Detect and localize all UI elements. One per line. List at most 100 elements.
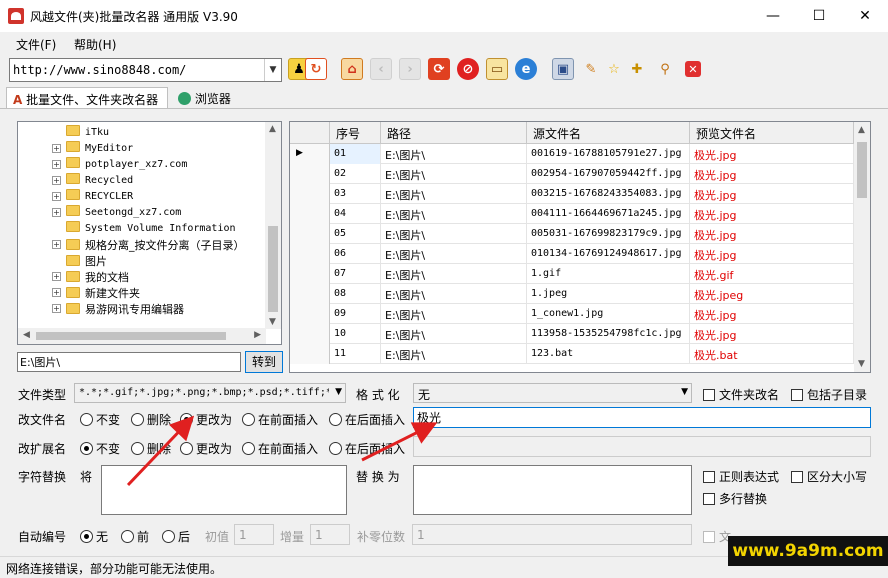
rename-change-option[interactable]: 更改为 bbox=[180, 411, 232, 428]
table-row[interactable]: ▶ 01 E:\图片\ 001619-16788105791e27.jpg 极光.jpg bbox=[290, 144, 854, 164]
star-icon[interactable]: ☆ bbox=[603, 58, 625, 80]
minimize-button[interactable]: — bbox=[750, 0, 796, 32]
folder-rename-checkbox[interactable] bbox=[703, 389, 715, 401]
expand-icon[interactable]: + bbox=[52, 192, 61, 201]
row-selector[interactable] bbox=[290, 224, 330, 244]
folder-icon[interactable]: ▭ bbox=[486, 58, 508, 80]
tree-item[interactable]: 图片 bbox=[66, 253, 107, 269]
row-selector[interactable] bbox=[290, 164, 330, 184]
init-field[interactable]: 1 bbox=[234, 524, 274, 545]
expand-icon[interactable]: + bbox=[52, 144, 61, 153]
regex-option[interactable]: 正则表达式 bbox=[703, 468, 779, 485]
expand-icon[interactable]: + bbox=[52, 288, 61, 297]
increment-field[interactable]: 1 bbox=[310, 524, 350, 545]
tree-vertical-scrollbar[interactable]: ▲ ▼ bbox=[265, 122, 281, 329]
table-row[interactable]: 11 E:\图片\ 123.bat 极光.bat bbox=[290, 344, 854, 364]
row-selector[interactable] bbox=[290, 264, 330, 284]
tree-item[interactable]: + potplayer_xz7.com bbox=[52, 157, 187, 173]
scroll-thumb[interactable] bbox=[268, 226, 278, 312]
tree-horizontal-scrollbar[interactable]: ◀ ▶ bbox=[18, 328, 266, 344]
table-row[interactable]: 10 E:\图片\ 113958-1535254798fc1c.jpg 极光.jpg bbox=[290, 324, 854, 344]
folder-rename-option[interactable]: 文件夹改名 bbox=[703, 386, 779, 403]
auto-none-option[interactable]: 无 bbox=[80, 528, 108, 545]
browser-icon[interactable]: e bbox=[515, 58, 537, 80]
menu-help[interactable]: 帮助(H) bbox=[74, 36, 116, 53]
replace-to-textarea[interactable] bbox=[413, 465, 692, 515]
search-icon[interactable]: ⚲ bbox=[654, 58, 676, 80]
maximize-button[interactable]: ☐ bbox=[796, 0, 842, 32]
tree-item[interactable]: + 规格分离_按文件分离（子目录） bbox=[52, 237, 245, 253]
case-option[interactable]: 区分大小写 bbox=[791, 468, 867, 485]
expand-icon[interactable]: + bbox=[52, 160, 61, 169]
table-row[interactable]: 04 E:\图片\ 004111-1664469671a245.jpg 极光.jpg bbox=[290, 204, 854, 224]
tree-item[interactable]: + 新建文件夹 bbox=[52, 285, 140, 301]
add-favorite-icon[interactable]: ✚ bbox=[626, 58, 648, 80]
path-field[interactable] bbox=[17, 352, 241, 372]
cut-option[interactable]: 文 bbox=[703, 528, 731, 545]
rename-input-field[interactable] bbox=[413, 407, 871, 428]
header-source-name[interactable]: 源文件名 bbox=[527, 122, 690, 143]
tree-item[interactable]: System Volume Information bbox=[66, 221, 236, 237]
table-row[interactable]: 08 E:\图片\ 1.jpeg 极光.jpeg bbox=[290, 284, 854, 304]
back-icon[interactable]: ‹ bbox=[370, 58, 392, 80]
tree-item[interactable]: + 我的文档 bbox=[52, 269, 129, 285]
tree-item[interactable]: + Recycled bbox=[52, 173, 133, 189]
ext-prefix-option[interactable]: 在前面插入 bbox=[242, 440, 318, 457]
ext-suffix-option[interactable]: 在后面插入 bbox=[329, 440, 405, 457]
tree-item[interactable]: + RECYCLER bbox=[52, 189, 133, 205]
rename-input[interactable] bbox=[417, 410, 857, 425]
chevron-down-icon[interactable]: ▼ bbox=[335, 387, 342, 397]
tree-item[interactable]: + 易游网讯专用编辑器 bbox=[52, 301, 184, 317]
tree-item[interactable]: + MyEditor bbox=[52, 141, 133, 157]
header-path[interactable]: 路径 bbox=[381, 122, 527, 143]
filetype-select[interactable]: *.*;*.gif;*.jpg;*.png;*.bmp;*.psd;*.tiff… bbox=[74, 383, 346, 403]
grid-vertical-scrollbar[interactable]: ▲ ▼ bbox=[854, 122, 870, 372]
menu-file[interactable]: 文件(F) bbox=[16, 36, 56, 53]
stop-icon[interactable]: ⊘ bbox=[457, 58, 479, 80]
tree-item[interactable]: + Seetongd_xz7.com bbox=[52, 205, 181, 221]
expand-icon[interactable]: + bbox=[52, 272, 61, 281]
row-selector[interactable] bbox=[290, 324, 330, 344]
chevron-down-icon[interactable]: ▼ bbox=[264, 59, 281, 81]
go-button[interactable]: 转到 bbox=[245, 351, 283, 373]
table-row[interactable]: 06 E:\图片\ 010134-16769124948617.jpg 极光.jpg bbox=[290, 244, 854, 264]
window-icon[interactable]: ▣ bbox=[552, 58, 574, 80]
row-selector[interactable] bbox=[290, 344, 330, 364]
palette-icon[interactable]: ✎ bbox=[580, 58, 602, 80]
tab-browser[interactable]: 浏览器 bbox=[172, 87, 238, 109]
url-input[interactable] bbox=[13, 62, 263, 78]
header-preview-name[interactable]: 预览文件名 bbox=[690, 122, 854, 143]
forward-icon[interactable]: › bbox=[399, 58, 421, 80]
include-subdir-option[interactable]: 包括子目录 bbox=[791, 386, 867, 403]
path-input[interactable] bbox=[20, 355, 235, 369]
ext-input-field[interactable] bbox=[413, 436, 871, 457]
url-combobox[interactable]: ▼ bbox=[9, 58, 282, 82]
table-row[interactable]: 05 E:\图片\ 005031-1676998231​79c9.jpg 极光.jpg bbox=[290, 224, 854, 244]
refresh-icon[interactable]: ↻ bbox=[305, 58, 327, 80]
row-selector[interactable] bbox=[290, 204, 330, 224]
table-row[interactable]: 07 E:\图片\ 1.gif 极光.gif bbox=[290, 264, 854, 284]
ext-delete-option[interactable]: 删除 bbox=[131, 440, 171, 457]
expand-icon[interactable]: + bbox=[52, 304, 61, 313]
expand-icon[interactable]: + bbox=[52, 240, 61, 249]
rename-suffix-option[interactable]: 在后面插入 bbox=[329, 411, 405, 428]
auto-front-option[interactable]: 前 bbox=[121, 528, 149, 545]
close-button[interactable]: ✕ bbox=[842, 0, 888, 32]
ext-unchanged-option[interactable]: 不变 bbox=[80, 440, 120, 457]
row-selector[interactable] bbox=[290, 244, 330, 264]
auto-back-option[interactable]: 后 bbox=[162, 528, 190, 545]
home-icon[interactable]: ⌂ bbox=[341, 58, 363, 80]
row-selector[interactable] bbox=[290, 304, 330, 324]
row-selector[interactable]: ▶ bbox=[290, 144, 330, 164]
close-icon[interactable]: ✕ bbox=[685, 61, 701, 77]
folder-tree[interactable]: iTku + MyEditor + potplayer_xz7.com + Recycled… bbox=[17, 121, 282, 345]
table-row[interactable]: 02 E:\图片\ 002954-167907059442ff.jpg 极光.jpg bbox=[290, 164, 854, 184]
table-row[interactable]: 09 E:\图片\ 1_conew1.jpg 极光.jpg bbox=[290, 304, 854, 324]
replace-from-textarea[interactable] bbox=[101, 465, 347, 515]
scroll-thumb[interactable] bbox=[857, 142, 867, 198]
file-grid[interactable]: 序号 路径 源文件名 预览文件名 ▶ 01 E:\图片\ 001619-1678810… bbox=[289, 121, 871, 373]
tab-batch-rename[interactable]: A 批量文件、文件夹改名器 bbox=[6, 87, 168, 109]
rename-delete-option[interactable]: 删除 bbox=[131, 411, 171, 428]
include-subdir-checkbox[interactable] bbox=[791, 389, 803, 401]
expand-icon[interactable]: + bbox=[52, 176, 61, 185]
